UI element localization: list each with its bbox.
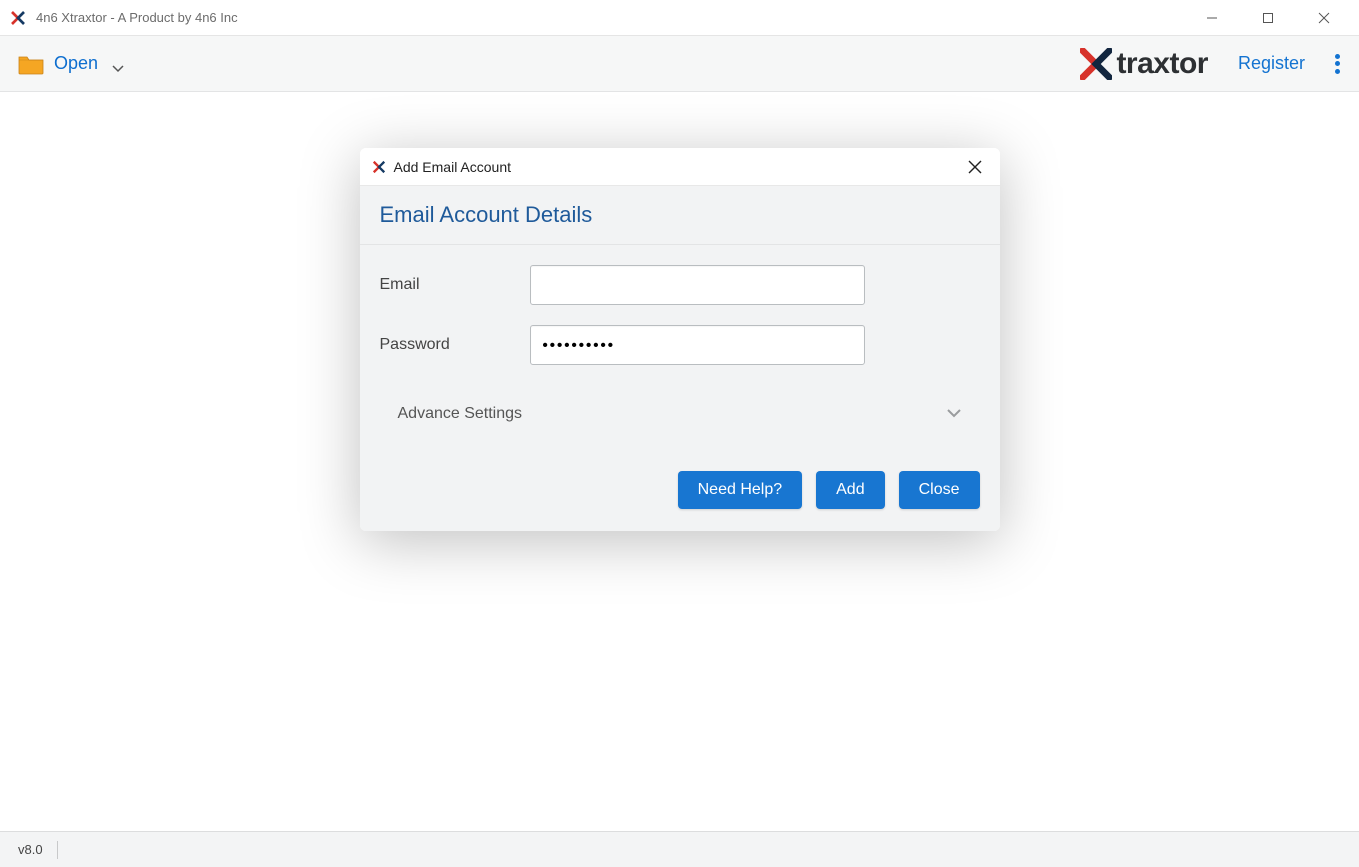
close-button[interactable]: Close [899, 471, 980, 509]
advance-settings-label: Advance Settings [398, 405, 946, 423]
close-window-button[interactable] [1305, 4, 1343, 32]
add-email-account-dialog: Add Email Account Email Account Details … [360, 148, 1000, 531]
dialog-body: Email Password Advance Settings [360, 245, 1000, 461]
email-row: Email [380, 265, 980, 305]
window-titlebar: 4n6 Xtraxtor - A Product by 4n6 Inc [0, 0, 1359, 36]
dialog-header-title: Email Account Details [380, 202, 980, 228]
minimize-button[interactable] [1193, 4, 1231, 32]
email-input[interactable] [530, 265, 865, 305]
dialog-header: Email Account Details [360, 186, 1000, 245]
open-label: Open [54, 53, 98, 74]
chevron-down-icon [946, 406, 962, 422]
need-help-button[interactable]: Need Help? [678, 471, 803, 509]
advance-settings-toggle[interactable]: Advance Settings [380, 385, 980, 451]
dialog-title: Add Email Account [394, 159, 962, 175]
app-icon [10, 10, 26, 26]
register-link[interactable]: Register [1238, 53, 1305, 74]
version-label: v8.0 [18, 842, 43, 857]
more-menu-button[interactable] [1335, 50, 1341, 78]
main-toolbar: Open traxtor Register [0, 36, 1359, 92]
dialog-app-icon [372, 160, 386, 174]
password-row: Password [380, 325, 980, 365]
status-bar: v8.0 [0, 831, 1359, 867]
password-label: Password [380, 336, 530, 354]
password-input[interactable] [530, 325, 865, 365]
dropdown-caret-icon [112, 60, 124, 68]
dialog-titlebar: Add Email Account [360, 148, 1000, 186]
email-label: Email [380, 276, 530, 294]
folder-icon [18, 53, 44, 75]
open-menu-button[interactable]: Open [18, 53, 124, 75]
window-title: 4n6 Xtraxtor - A Product by 4n6 Inc [36, 10, 1193, 25]
product-logo: traxtor [1080, 47, 1208, 81]
statusbar-divider [57, 841, 58, 859]
maximize-button[interactable] [1249, 4, 1287, 32]
add-button[interactable]: Add [816, 471, 884, 509]
window-controls [1193, 4, 1349, 32]
logo-text: traxtor [1116, 47, 1208, 81]
dialog-footer: Need Help? Add Close [360, 461, 1000, 531]
dialog-close-button[interactable] [962, 154, 988, 180]
